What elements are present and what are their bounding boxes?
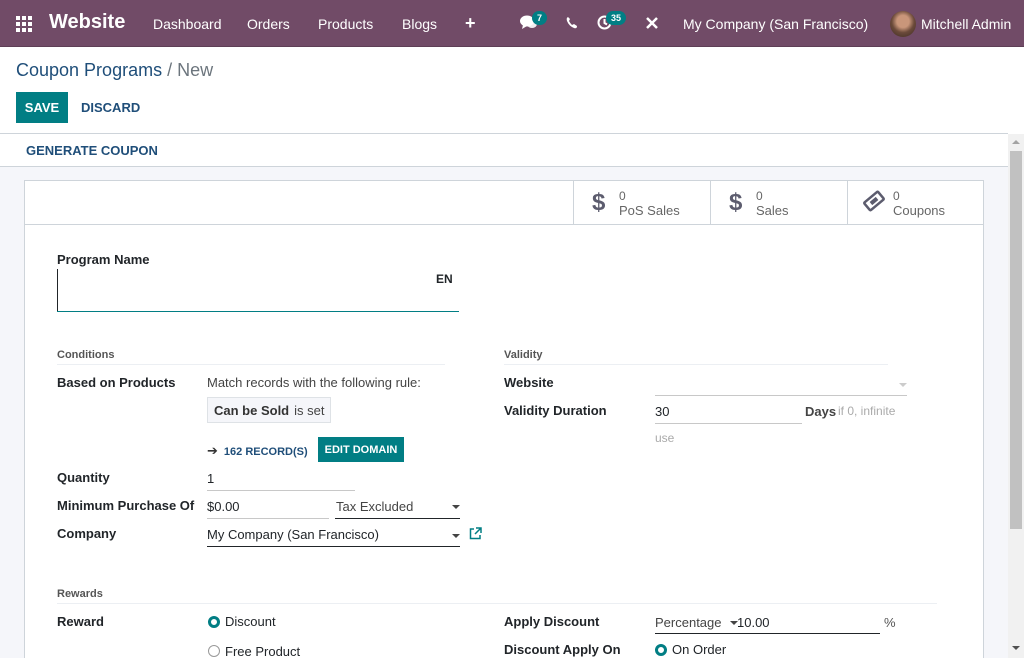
company-underline (207, 546, 460, 547)
reward-discount-radio[interactable] (208, 616, 220, 628)
validity-group-title: Validity (504, 349, 543, 361)
discount-value-input[interactable]: 10.00 (737, 615, 770, 630)
app-title[interactable]: Website (49, 11, 125, 34)
sales-label: Sales (756, 203, 789, 218)
tax-mode-caret-icon[interactable] (452, 505, 460, 509)
activities-badge: 35 (606, 11, 627, 25)
scrollbar-thumb[interactable] (1010, 151, 1022, 529)
validity-duration-underline (655, 423, 802, 424)
edit-domain-button[interactable]: EDIT DOMAIN (318, 437, 404, 462)
duration-unit: Days (805, 404, 837, 419)
company-caret-icon[interactable] (452, 534, 460, 538)
quantity-input[interactable]: 1 (207, 471, 214, 486)
duration-hint: if 0, infinite (838, 404, 896, 418)
domain-rule: Can be Sold is set (207, 397, 332, 423)
website-underline (655, 395, 907, 396)
based-on-products-label: Based on Products (57, 375, 176, 390)
reward-free-product-radio[interactable] (208, 645, 220, 657)
dollar-icon: $ (592, 189, 606, 216)
menu-products[interactable]: Products (318, 16, 373, 32)
coupons-button[interactable]: 0 Coupons (847, 181, 984, 224)
domain-intro-text: Match records with the following rule: (207, 375, 421, 390)
discount-unit: % (884, 615, 896, 630)
discount-apply-on-label: Discount Apply On (504, 642, 621, 657)
messages-badge: 7 (532, 11, 548, 25)
apps-menu-icon[interactable] (16, 16, 32, 32)
coupons-label: Coupons (893, 203, 946, 218)
user-avatar[interactable] (890, 11, 916, 37)
reward-discount-label[interactable]: Discount (225, 614, 276, 629)
rewards-divider (57, 603, 937, 604)
website-caret-icon[interactable] (899, 383, 907, 387)
sales-button[interactable]: $ 0 Sales (710, 181, 847, 224)
conditions-group-title: Conditions (57, 349, 115, 361)
tax-mode-select[interactable]: Tax Excluded (336, 499, 413, 514)
top-navbar: Website Dashboard Orders Products Blogs … (0, 0, 1024, 47)
form-scrollbar[interactable] (1008, 134, 1024, 658)
quantity-label: Quantity (57, 470, 110, 485)
scroll-down-arrow-icon[interactable] (1012, 646, 1020, 650)
phone-icon[interactable] (566, 16, 578, 32)
program-name-input[interactable] (57, 269, 459, 311)
min-purchase-label: Minimum Purchase Of (57, 498, 195, 513)
generate-coupon-button[interactable]: GENERATE COUPON (26, 143, 158, 158)
language-toggle[interactable]: EN (436, 272, 453, 286)
apply-discount-label: Apply Discount (504, 614, 600, 629)
sales-count: 0 (756, 189, 763, 203)
smart-button-box: $ 0 PoS Sales $ 0 Sales 0 Coupons (25, 181, 983, 225)
conditions-divider (57, 364, 445, 365)
form-sheet: $ 0 PoS Sales $ 0 Sales 0 Coupons Progra… (24, 180, 984, 658)
tax-mode-underline (335, 518, 460, 519)
dollar-icon: $ (729, 189, 743, 216)
arrow-right-icon: ➔ (207, 443, 218, 458)
validity-duration-input[interactable]: 30 (655, 404, 669, 419)
records-link[interactable]: ➔ 162 RECORD(S) (207, 443, 308, 459)
menu-orders[interactable]: Orders (247, 16, 290, 32)
min-purchase-underline (207, 518, 329, 519)
pos-sales-count: 0 (619, 189, 626, 203)
external-link-icon[interactable] (469, 527, 482, 543)
reward-label: Reward (57, 614, 104, 629)
plus-icon[interactable]: + (465, 13, 476, 34)
scroll-up-arrow-icon[interactable] (1012, 140, 1020, 144)
program-name-underline (57, 311, 459, 312)
pos-sales-label: PoS Sales (619, 203, 680, 218)
company-select[interactable]: My Company (San Francisco) (207, 527, 379, 542)
rewards-group-title: Rewards (57, 588, 103, 600)
company-switcher[interactable]: My Company (San Francisco) (683, 16, 868, 32)
website-label: Website (504, 375, 554, 390)
save-button[interactable]: SAVE (16, 92, 68, 123)
program-name-label: Program Name (57, 252, 150, 267)
discard-button[interactable]: DISCARD (81, 100, 140, 115)
discount-apply-on-order-label[interactable]: On Order (672, 642, 726, 657)
menu-dashboard[interactable]: Dashboard (153, 16, 222, 32)
discount-apply-on-order-radio[interactable] (655, 644, 667, 656)
domain-field: Can be Sold (214, 402, 290, 418)
domain-operator: is set (294, 402, 325, 418)
ticket-icon (862, 190, 886, 219)
pos-sales-button[interactable]: $ 0 PoS Sales (573, 181, 710, 224)
discount-type-select[interactable]: Percentage (655, 615, 722, 630)
user-menu[interactable]: Mitchell Admin (921, 16, 1011, 32)
breadcrumb-parent[interactable]: Coupon Programs (16, 60, 162, 80)
breadcrumb: Coupon Programs / New (16, 60, 213, 81)
records-count: 162 RECORD(S) (223, 446, 308, 458)
quantity-underline (207, 490, 355, 491)
min-purchase-input[interactable]: $0.00 (207, 499, 240, 514)
duration-hint-continued: use (655, 431, 675, 445)
reward-free-product-label[interactable]: Free Product (225, 644, 300, 658)
discount-underline (655, 633, 880, 634)
menu-blogs[interactable]: Blogs (402, 16, 437, 32)
company-label: Company (57, 526, 117, 541)
validity-duration-label: Validity Duration (504, 403, 607, 418)
validity-divider (504, 364, 888, 365)
debug-tools-icon[interactable] (645, 16, 659, 33)
coupons-count: 0 (893, 189, 900, 203)
breadcrumb-separator: / (162, 60, 178, 80)
breadcrumb-current: New (177, 60, 214, 80)
